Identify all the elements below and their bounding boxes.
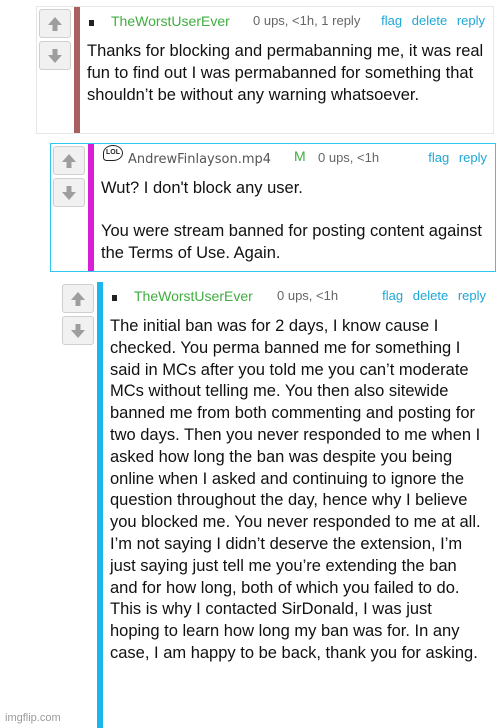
arrow-up-icon <box>48 16 62 31</box>
vote-controls <box>53 146 87 210</box>
upvote-button[interactable] <box>62 284 94 313</box>
comment-thread-bar <box>74 7 80 133</box>
username-link[interactable]: TheWorstUserEver <box>111 13 230 29</box>
reply-link[interactable]: reply <box>457 13 485 28</box>
vote-controls <box>39 9 73 73</box>
comment-meta: 0 ups, <1h <box>318 150 380 165</box>
comment-3: TheWorstUserEver 0 ups, <1h flag delete … <box>60 282 496 728</box>
reply-link[interactable]: reply <box>458 288 486 303</box>
upvote-button[interactable] <box>39 9 71 38</box>
username-link[interactable]: AndrewFinlayson.mp4 <box>128 152 271 167</box>
comment-actions: flag delete reply <box>376 288 486 303</box>
comment-actions: flag delete reply <box>375 13 485 28</box>
delete-link[interactable]: delete <box>413 288 448 303</box>
arrow-up-icon <box>71 291 85 306</box>
reply-link[interactable]: reply <box>459 150 487 165</box>
comment-meta: 0 ups, <1h, 1 reply <box>253 13 361 28</box>
arrow-down-icon <box>48 48 62 63</box>
comment-actions: flag reply <box>422 150 487 165</box>
arrow-up-icon <box>62 153 76 168</box>
flag-link[interactable]: flag <box>382 288 403 303</box>
comment-thread-bar <box>88 144 94 271</box>
comment-2: LOL AndrewFinlayson.mp4 M 0 ups, <1h fla… <box>50 143 496 272</box>
downvote-button[interactable] <box>53 178 85 207</box>
vote-controls <box>62 284 96 348</box>
username-link[interactable]: TheWorstUserEver <box>134 288 253 304</box>
delete-link[interactable]: delete <box>412 13 447 28</box>
comment-meta: 0 ups, <1h <box>277 288 339 303</box>
comment-thread-bar <box>97 282 103 728</box>
comment-paragraph: Wut? I don't block any user. <box>101 179 303 197</box>
upvote-button[interactable] <box>53 146 85 175</box>
user-icon <box>112 295 117 301</box>
comment-paragraph: Thanks for blocking and permabanning me,… <box>87 42 484 104</box>
comment-text: The initial ban was for 2 days, I know c… <box>110 310 496 665</box>
comment-text: Wut? I don't block any user. You were st… <box>97 172 495 264</box>
flag-link[interactable]: flag <box>381 13 402 28</box>
downvote-button[interactable] <box>39 41 71 70</box>
comment-paragraph: The initial ban was for 2 days, I know c… <box>110 317 481 662</box>
watermark: imgflip.com <box>5 712 61 724</box>
user-icon <box>89 20 94 26</box>
arrow-down-icon <box>71 323 85 338</box>
comment-text: Thanks for blocking and permabanning me,… <box>87 35 493 106</box>
comment-1: TheWorstUserEver 0 ups, <1h, 1 reply fla… <box>36 6 494 134</box>
moderator-badge: M <box>294 148 306 164</box>
downvote-button[interactable] <box>62 316 94 345</box>
avatar[interactable]: LOL <box>103 145 123 161</box>
comment-paragraph: You were stream banned for posting conte… <box>101 221 482 262</box>
flag-link[interactable]: flag <box>428 150 449 165</box>
arrow-down-icon <box>62 185 76 200</box>
